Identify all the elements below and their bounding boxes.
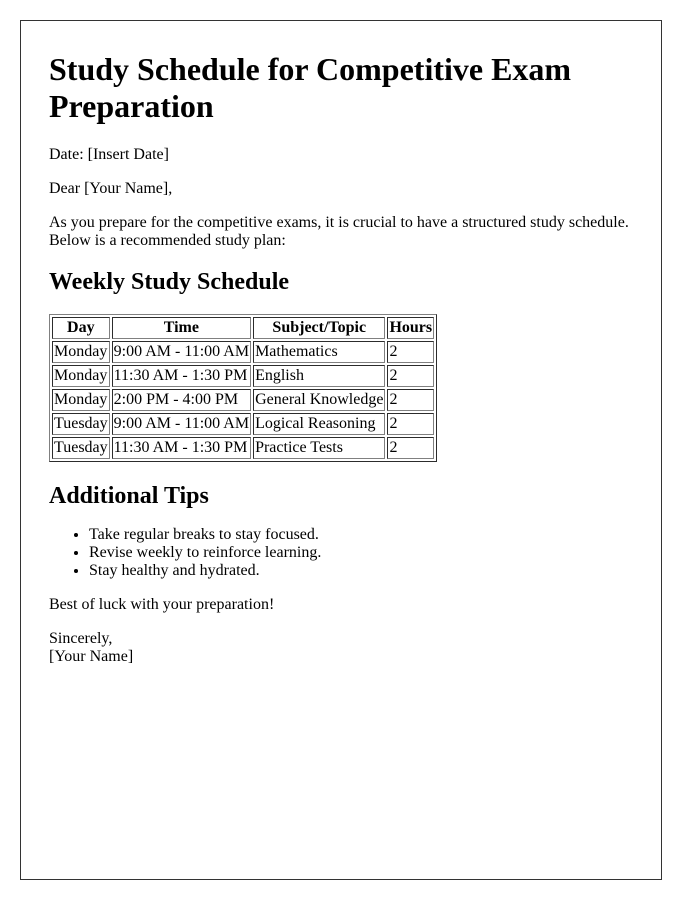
schedule-heading: Weekly Study Schedule (49, 269, 290, 295)
schedule-table: Day Time Subject/Topic Hours Monday 9:00… (49, 314, 438, 462)
cell-subject: English (253, 365, 386, 387)
column-header-hours: Hours (387, 317, 435, 339)
tips-list: Take regular breaks to stay focused. Rev… (49, 526, 633, 580)
cell-hours: 2 (387, 365, 435, 387)
column-header-day: Day (52, 317, 110, 339)
list-item: Take regular breaks to stay focused. (89, 526, 633, 544)
table-row: Tuesday 9:00 AM - 11:00 AM Logical Reaso… (52, 413, 435, 435)
cell-time: 11:30 AM - 1:30 PM (111, 437, 252, 459)
column-header-subject: Subject/Topic (253, 317, 386, 339)
cell-day: Monday (52, 389, 110, 411)
page-title: Study Schedule for Competitive Exam Prep… (49, 51, 572, 124)
cell-time: 9:00 AM - 11:00 AM (111, 341, 252, 363)
cell-day: Monday (52, 365, 110, 387)
cell-subject: Practice Tests (253, 437, 386, 459)
table-row: Monday 2:00 PM - 4:00 PM General Knowled… (52, 389, 435, 411)
cell-hours: 2 (387, 437, 435, 459)
cell-subject: General Knowledge (253, 389, 386, 411)
cell-hours: 2 (387, 413, 435, 435)
cell-hours: 2 (387, 341, 435, 363)
tips-heading: Additional Tips (49, 483, 209, 509)
cell-subject: Logical Reasoning (253, 413, 386, 435)
signature: [Your Name] (49, 648, 134, 665)
date-line: Date: [Insert Date] (49, 146, 169, 163)
cell-hours: 2 (387, 389, 435, 411)
letter-page: Study Schedule for Competitive Exam Prep… (20, 20, 662, 880)
intro-paragraph: As you prepare for the competitive exams… (49, 214, 629, 249)
table-row: Tuesday 11:30 AM - 1:30 PM Practice Test… (52, 437, 435, 459)
cell-time: 9:00 AM - 11:00 AM (111, 413, 252, 435)
table-header-row: Day Time Subject/Topic Hours (52, 317, 435, 339)
table-row: Monday 9:00 AM - 11:00 AM Mathematics 2 (52, 341, 435, 363)
list-item: Stay healthy and hydrated. (89, 562, 633, 580)
salutation: Dear [Your Name], (49, 180, 173, 197)
list-item: Revise weekly to reinforce learning. (89, 544, 633, 562)
cell-subject: Mathematics (253, 341, 386, 363)
cell-day: Tuesday (52, 437, 110, 459)
cell-day: Tuesday (52, 413, 110, 435)
cell-day: Monday (52, 341, 110, 363)
cell-time: 11:30 AM - 1:30 PM (111, 365, 252, 387)
closing-wish: Best of luck with your preparation! (49, 596, 275, 613)
closing: Sincerely, (49, 630, 113, 647)
cell-time: 2:00 PM - 4:00 PM (111, 389, 252, 411)
table-row: Monday 11:30 AM - 1:30 PM English 2 (52, 365, 435, 387)
column-header-time: Time (111, 317, 252, 339)
